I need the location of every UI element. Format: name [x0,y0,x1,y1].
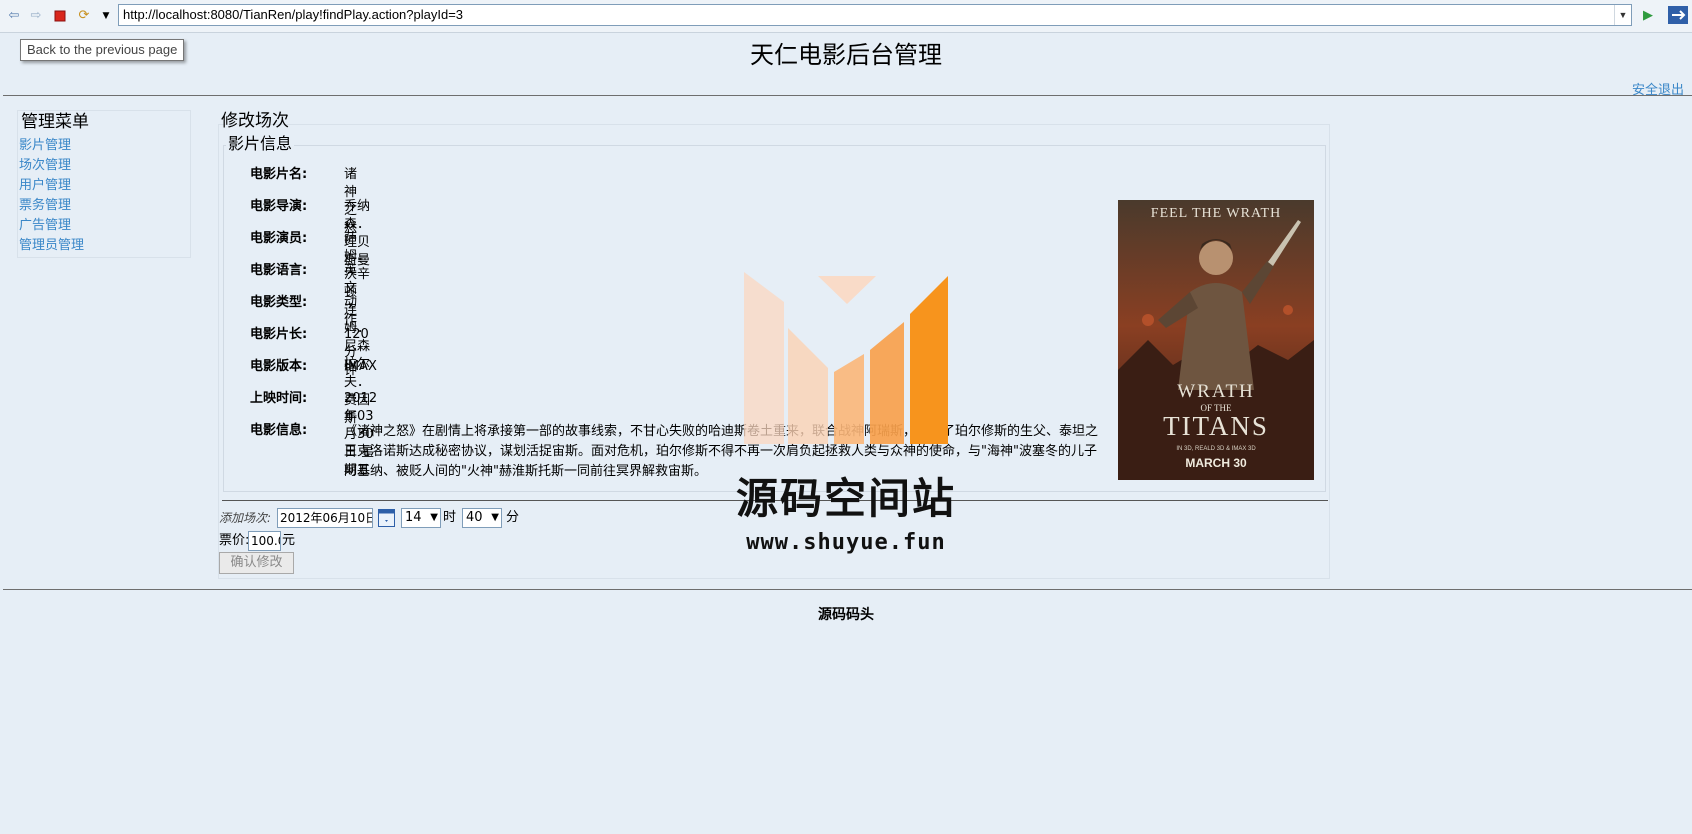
sidebar-menu: 管理菜单 影片管理 场次管理 用户管理 票务管理 广告管理 管理员管理 [17,110,191,258]
url-text: http://localhost:8080/TianRen/play!findP… [123,7,464,22]
field-label: 上映时间: [250,391,308,406]
sidebar-item-admins[interactable]: 管理员管理 [19,238,84,253]
add-showtime-label: 添加场次: [219,511,272,525]
field-label: 电影片名: [250,167,308,182]
menu-icon[interactable] [1668,6,1688,24]
minute-value: 40 [466,510,483,525]
field-label: 电影信息: [250,423,308,438]
date-value: 2012年06月10日 [280,511,373,525]
field-label: 电影片长: [250,327,308,342]
poster-title-3: TITANS [1163,411,1269,441]
browser-toolbar: ⇦ ⇨ ⟳ ▼ http://localhost:8080/TianRen/pl… [0,0,1692,33]
minute-unit: 分 [506,510,520,525]
minute-select[interactable]: 40 ▼ [462,508,502,528]
sidebar-item-movies[interactable]: 影片管理 [19,138,71,153]
watermark-text: 源码空间站 [736,474,957,523]
price-input[interactable]: 100.0 [248,531,281,551]
refresh-icon[interactable]: ⟳ [76,8,92,24]
movie-info-title: 影片信息 [226,133,295,155]
hour-unit: 时 [443,510,457,525]
field-label: 电影语言: [250,263,308,278]
chevron-down-icon: ▼ [491,512,499,523]
sidebar-title: 管理菜单 [21,112,89,132]
url-dropdown-icon[interactable]: ▼ [1614,5,1631,25]
field-label: 电影导演: [250,199,308,214]
poster-formats: IN 3D, REALD 3D & IMAX 3D [1176,446,1256,452]
footer-divider [3,589,1692,590]
sidebar-item-ads[interactable]: 广告管理 [19,218,71,233]
watermark-logo [744,272,948,444]
movie-poster: FEEL THE WRATH WRATH OF THE TITANS IN 3D… [1118,200,1314,480]
field-label: 电影版本: [250,359,308,374]
price-value: 100.0 [251,534,280,548]
sidebar-list: 影片管理 场次管理 用户管理 票务管理 广告管理 管理员管理 [19,136,84,256]
forward-arrow-icon[interactable]: ⇨ [28,8,44,24]
url-input[interactable]: http://localhost:8080/TianRen/play!findP… [118,4,1632,26]
watermark-url: www.shuyue.fun [746,530,946,555]
movie-description: 《诸神之怒》在剧情上将承接第一部的故事线索，不甘心失败的哈迪斯卷土重来，联合战神… [344,424,1099,479]
history-dropdown-icon[interactable]: ▼ [98,8,114,24]
poster-title-1: WRATH [1177,381,1255,402]
hour-select[interactable]: 14 ▼ [401,508,441,528]
poster-date: MARCH 30 [1185,456,1247,470]
field-label: 电影演员: [250,231,308,246]
poster-tagline: FEEL THE WRATH [1150,206,1282,221]
price-label: 票价: [219,533,250,548]
sidebar-item-showtimes[interactable]: 场次管理 [19,158,71,173]
footer-text: 源码码头 [818,607,874,623]
field-value: 动作 [344,295,358,328]
field-value: 英文 [344,263,358,296]
header-divider [3,95,1692,96]
price-unit: 元 [282,533,296,548]
back-arrow-icon[interactable]: ⇦ [6,8,22,24]
sidebar-item-tickets[interactable]: 票务管理 [19,198,71,213]
page-title: 天仁电影后台管理 [750,41,942,69]
date-input[interactable]: 2012年06月10日 [277,508,373,528]
go-icon[interactable]: ▶ [1640,8,1656,24]
hour-value: 14 [405,510,422,525]
stop-icon[interactable] [52,8,68,24]
sidebar-item-users[interactable]: 用户管理 [19,178,71,193]
chevron-down-icon: ▼ [430,512,438,523]
confirm-button[interactable]: 确认修改 [219,552,294,574]
calendar-icon[interactable] [378,509,395,527]
main-title: 修改场次 [221,111,289,131]
field-label: 电影类型: [250,295,308,310]
field-value: IMAX [344,359,377,374]
